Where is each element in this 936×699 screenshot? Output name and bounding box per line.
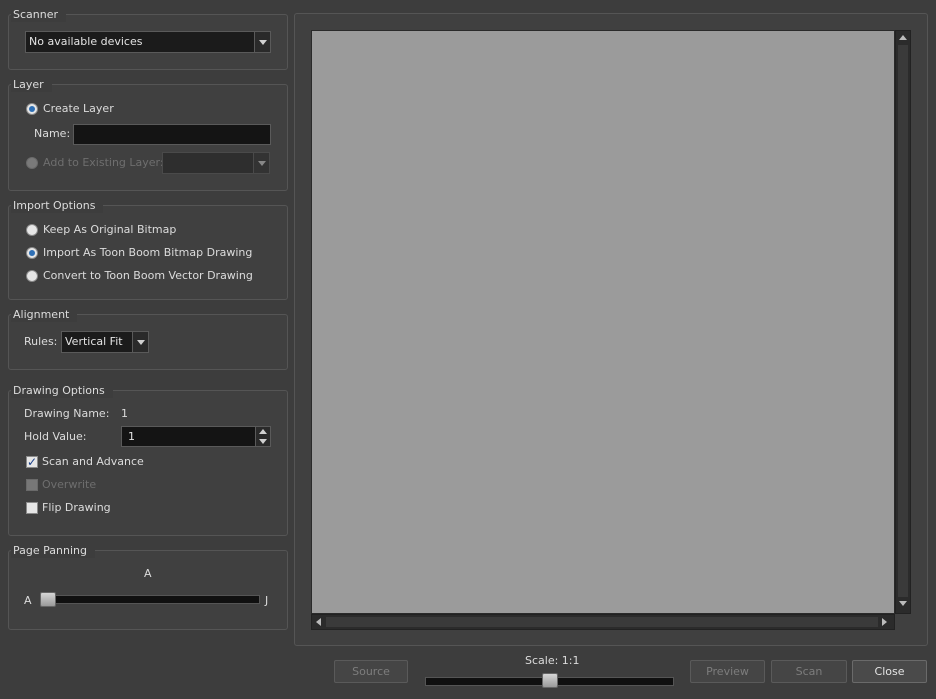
scroll-right-icon[interactable]: [882, 618, 887, 626]
overwrite-checkbox[interactable]: [26, 479, 38, 491]
scanner-group-title: Scanner: [11, 8, 67, 22]
page-panning-group: Page Panning A A J: [8, 544, 288, 630]
panning-top-label: A: [144, 567, 152, 580]
panning-slider-track[interactable]: [40, 595, 260, 604]
scan-and-advance-label[interactable]: Scan and Advance: [42, 455, 144, 469]
chevron-up-icon[interactable]: [259, 429, 267, 434]
preview-canvas: [311, 30, 895, 614]
create-layer-label[interactable]: Create Layer: [43, 102, 114, 116]
chevron-down-icon[interactable]: [254, 32, 270, 52]
import-bitmap-drawing-label[interactable]: Import As Toon Boom Bitmap Drawing: [43, 246, 252, 260]
layer-name-label: Name:: [34, 127, 71, 140]
flip-drawing-checkbox[interactable]: [26, 502, 38, 514]
layer-name-input[interactable]: [73, 124, 271, 145]
page-panning-title: Page Panning: [11, 544, 95, 558]
flip-drawing-label[interactable]: Flip Drawing: [42, 501, 111, 515]
scanner-device-select[interactable]: No available devices: [25, 31, 271, 53]
existing-layer-select[interactable]: [162, 152, 270, 174]
scan-button[interactable]: Scan: [771, 660, 847, 683]
panning-left-label: A: [24, 594, 32, 607]
drawing-options-title: Drawing Options: [11, 384, 113, 398]
hold-value-input[interactable]: 1: [121, 426, 271, 447]
drawing-name-value: 1: [121, 407, 128, 420]
preview-button[interactable]: Preview: [690, 660, 765, 683]
alignment-group: Alignment Rules: Vertical Fit: [8, 308, 288, 370]
convert-vector-drawing-radio[interactable]: [26, 270, 38, 282]
chevron-down-icon[interactable]: [253, 153, 269, 173]
scale-label: Scale: 1:1: [525, 654, 580, 667]
scroll-up-icon[interactable]: [899, 35, 907, 40]
rules-label: Rules:: [24, 335, 58, 348]
scroll-left-icon[interactable]: [316, 618, 321, 626]
layer-group-title: Layer: [11, 78, 52, 92]
rules-value: Vertical Fit: [65, 335, 123, 348]
horizontal-scroll-thumb[interactable]: [326, 617, 878, 627]
scan-and-advance-checkbox[interactable]: ✓: [26, 456, 38, 468]
panning-right-label: J: [265, 594, 269, 607]
import-bitmap-drawing-radio[interactable]: [26, 247, 38, 259]
convert-vector-drawing-label[interactable]: Convert to Toon Boom Vector Drawing: [43, 269, 253, 283]
add-existing-layer-radio[interactable]: [26, 157, 38, 169]
preview-panel: [294, 13, 928, 646]
import-options-group: Import Options Keep As Original Bitmap I…: [8, 199, 288, 300]
add-existing-layer-label: Add to Existing Layer:: [43, 156, 164, 169]
layer-group: Layer Create Layer Name: Add to Existing…: [8, 78, 288, 191]
hold-value-label: Hold Value:: [24, 430, 87, 443]
keep-original-bitmap-label[interactable]: Keep As Original Bitmap: [43, 223, 176, 237]
scanner-group: Scanner No available devices: [8, 8, 288, 70]
horizontal-scrollbar[interactable]: [311, 614, 895, 630]
source-button[interactable]: Source: [334, 660, 408, 683]
import-options-title: Import Options: [11, 199, 104, 213]
scale-slider-handle[interactable]: [541, 673, 558, 688]
scroll-down-icon[interactable]: [899, 601, 907, 606]
create-layer-radio[interactable]: [26, 103, 38, 115]
scanner-device-value: No available devices: [29, 35, 143, 48]
hold-value-stepper[interactable]: [255, 427, 270, 446]
drawing-options-group: Drawing Options Drawing Name: 1 Hold Val…: [8, 384, 288, 536]
vertical-scrollbar[interactable]: [895, 30, 911, 614]
chevron-down-icon[interactable]: [259, 439, 267, 444]
keep-original-bitmap-radio[interactable]: [26, 224, 38, 236]
alignment-title: Alignment: [11, 308, 78, 322]
rules-select[interactable]: Vertical Fit: [61, 331, 149, 353]
panning-slider-handle[interactable]: [40, 592, 56, 607]
vertical-scroll-thumb[interactable]: [898, 45, 908, 597]
drawing-name-label: Drawing Name:: [24, 407, 110, 420]
chevron-down-icon[interactable]: [132, 332, 148, 352]
overwrite-label: Overwrite: [42, 478, 97, 491]
close-button[interactable]: Close: [852, 660, 927, 683]
